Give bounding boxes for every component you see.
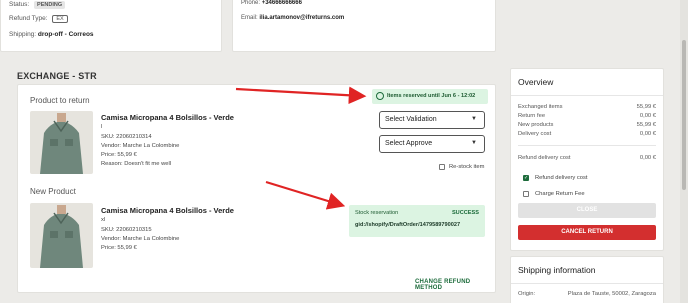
cancel-return-button[interactable]: CANCEL RETURN (518, 225, 656, 240)
charge-return-fee-label: Charge Return Fee (535, 191, 585, 197)
origin-row: Origin: Plaza de Tauste, 50002, Zaragoza (518, 291, 656, 297)
overview-row: Return fee 0,00 € (518, 113, 656, 119)
refund-delivery-row: Refund delivery cost 0,00 € (518, 155, 656, 161)
overview-row: New products 55,99 € (518, 122, 656, 128)
refund-delivery-checkbox[interactable]: ✓ (523, 175, 529, 181)
close-button[interactable]: CLOSE (518, 203, 656, 218)
overview-card: Overview Exchanged items 55,99 € Return f… (510, 68, 664, 251)
divider (518, 145, 656, 146)
charge-return-fee-checkbox[interactable] (523, 191, 529, 197)
overview-row: Delivery cost 0,00 € (518, 131, 656, 137)
divider (511, 283, 663, 284)
scrollbar-thumb[interactable] (682, 40, 686, 190)
arrow-to-stock (265, 180, 346, 210)
overview-row: Exchanged items 55,99 € (518, 104, 656, 110)
divider (511, 95, 663, 96)
overview-title: Overview (518, 77, 554, 87)
shipping-info-card: Shipping information Origin: Plaza de Tau… (510, 256, 664, 303)
arrow-to-reservation (235, 86, 367, 105)
refund-delivery-checkbox-label: Refund delivery cost (535, 175, 588, 181)
scrollbar[interactable] (680, 0, 688, 303)
shipping-info-title: Shipping information (518, 265, 596, 275)
